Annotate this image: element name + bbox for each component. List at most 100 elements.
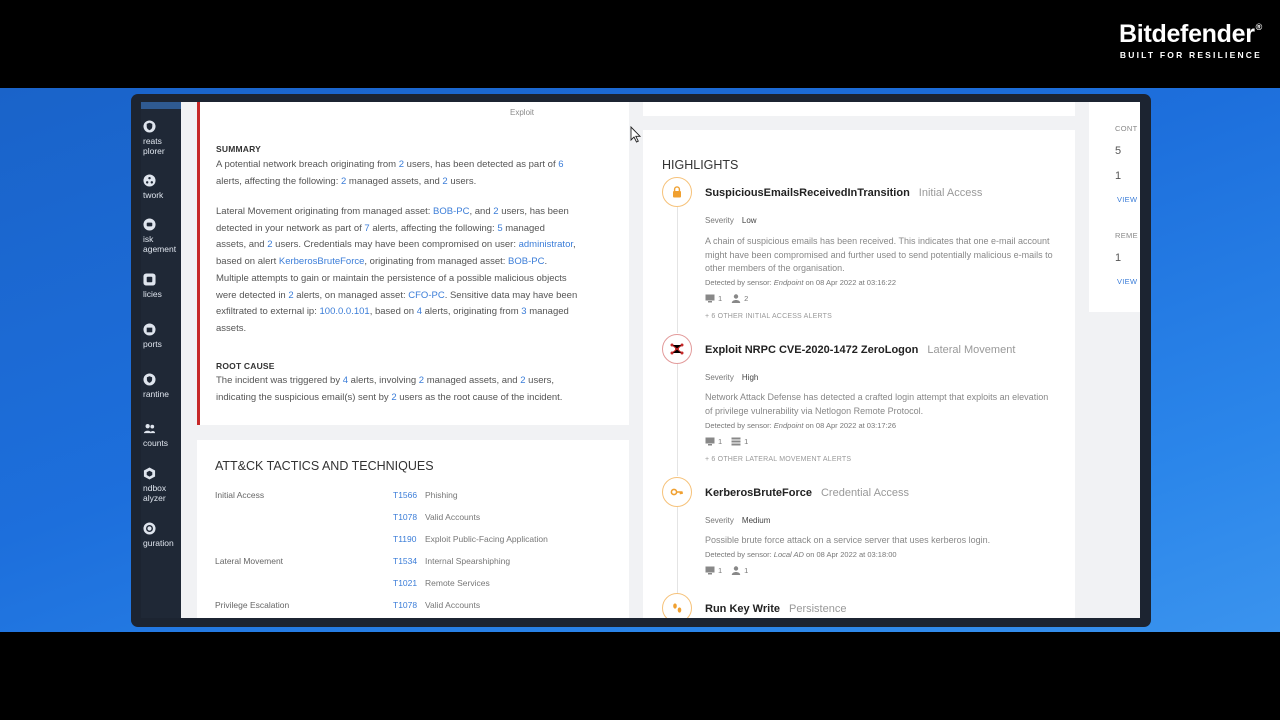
sidebar-item-policies[interactable]: licies — [143, 273, 183, 299]
sidebar-active-strip — [141, 102, 181, 109]
sidebar-item-label: counts — [143, 438, 169, 448]
ip-link[interactable]: 100.0.0.101 — [320, 306, 370, 317]
sidebar-item-label: ports — [143, 339, 162, 349]
alert-detection: Detected by sensor: Endpoint on 08 Apr 2… — [705, 278, 896, 287]
attck-technique-id[interactable]: T1078 — [393, 512, 417, 522]
sidebar-item-label: licies — [143, 289, 162, 299]
timeline-connector — [677, 207, 678, 333]
quarantine-icon — [143, 373, 156, 386]
remediation-label: REME — [1115, 231, 1138, 240]
alert-detection: Detected by sensor: Endpoint on 08 Apr 2… — [705, 421, 896, 430]
attck-technique-name: Valid Accounts — [425, 512, 481, 522]
timeline-connector — [677, 363, 678, 476]
sidebar-item-threats-explorer[interactable]: reats plorer — [143, 120, 183, 156]
sandbox-icon — [143, 467, 156, 480]
alert-severity: Severity Medium — [705, 516, 771, 525]
sidebar-item-label: plorer — [143, 146, 165, 156]
attck-technique-id[interactable]: T1534 — [393, 556, 417, 566]
more-alerts-link[interactable]: + 6 OTHER LATERAL MOVEMENT ALERTS — [705, 456, 851, 463]
endpoint-icon — [705, 437, 715, 446]
sidebar-item-quarantine[interactable]: rantine — [143, 373, 183, 399]
view-link[interactable]: VIEW — [1117, 277, 1137, 286]
monitor-screen: reats plorer twork isk agement licies po… — [131, 94, 1151, 627]
highlights-title: HIGHLIGHTS — [662, 158, 739, 172]
alert-link[interactable]: KerberosBruteForce — [279, 256, 365, 267]
mouse-cursor-icon — [630, 126, 641, 143]
alert-item-icon — [662, 477, 692, 507]
summary-title: SUMMARY — [216, 144, 261, 154]
user-icon — [731, 294, 741, 303]
brand-name: Bitdefender — [1119, 20, 1255, 48]
alert-title[interactable]: KerberosBruteForce Credential Access — [705, 487, 909, 499]
alert-description: Network Attack Defense has detected a cr… — [705, 392, 1049, 416]
timeline-connector — [677, 506, 678, 598]
alert-detection: Detected by sensor: Local AD on 08 Apr 2… — [705, 550, 897, 559]
alert-counts: 1 2 — [705, 294, 748, 303]
asset-link[interactable]: BOB-PC — [508, 256, 544, 267]
root-cause-title: ROOT CAUSE — [216, 361, 275, 371]
attck-technique-id[interactable]: T1078 — [393, 600, 417, 610]
attck-technique-name: Remote Services — [425, 578, 490, 588]
alert-title[interactable]: Run Key Write Persistence — [705, 603, 846, 615]
video-bottom-letterbox — [0, 632, 1280, 720]
sidebar-item-label: reats — [143, 136, 162, 146]
sidebar-item-configuration[interactable]: guration — [143, 522, 183, 548]
more-alerts-link[interactable]: + 6 OTHER INITIAL ACCESS ALERTS — [705, 313, 832, 320]
alert-severity: Severity High — [705, 373, 759, 382]
alert-title[interactable]: Exploit NRPC CVE-2020-1472 ZeroLogon Late… — [705, 344, 1015, 356]
root-cause-paragraph: The incident was triggered by 4 alerts, … — [216, 375, 563, 403]
remediation-count: 1 — [1115, 252, 1122, 264]
exploit-tag: Exploit — [510, 108, 535, 117]
risk-icon — [143, 218, 156, 231]
highlights-card: HIGHLIGHTS SuspiciousEmailsReceivedInTra… — [643, 130, 1075, 618]
attck-tactic: Lateral Movement — [215, 556, 284, 566]
configuration-icon — [143, 522, 156, 535]
sidebar-item-network[interactable]: twork — [143, 174, 183, 200]
user-icon — [731, 566, 741, 575]
sidebar-item-sandbox-analyzer[interactable]: ndbox alyzer — [143, 467, 183, 503]
alert-description: A chain of suspicious emails has been re… — [705, 236, 1053, 273]
asset-link[interactable]: CFO-PC — [408, 290, 444, 301]
sidebar-item-label: agement — [143, 244, 177, 254]
sidebar-item-label: isk — [143, 234, 154, 244]
sidebar-item-accounts[interactable]: counts — [143, 422, 183, 448]
process-icon — [731, 437, 741, 446]
alert-tactic: Initial Access — [918, 187, 983, 199]
attck-technique-id[interactable]: T1021 — [393, 578, 417, 588]
key-icon — [670, 488, 683, 496]
endpoint-icon — [705, 566, 715, 575]
attck-technique-name: Valid Accounts — [425, 600, 481, 610]
user-link[interactable]: administrator — [519, 239, 573, 250]
attck-tactic: Initial Access — [215, 490, 265, 500]
sidebar-item-label: twork — [143, 190, 164, 200]
attck-card: ATT&CK TACTICS AND TECHNIQUES Initial Ac… — [197, 440, 629, 618]
summary-paragraph-2: Lateral Movement originating from manage… — [216, 206, 578, 334]
attck-technique-name: Exploit Public-Facing Application — [425, 534, 548, 544]
attck-technique-id[interactable]: T1190 — [393, 534, 416, 544]
alert-title[interactable]: SuspiciousEmailsReceivedInTransition Init… — [705, 187, 982, 199]
brand-tagline: BUILT FOR RESILIENCE — [1119, 50, 1262, 60]
sidebar-item-label: guration — [143, 538, 174, 548]
incident-summary-card: Exploit SUMMARY A potential network brea… — [197, 102, 629, 425]
network-icon — [143, 174, 156, 187]
footprints-icon — [673, 603, 682, 613]
alert-item-icon — [662, 177, 692, 207]
sidebar-item-risk-management[interactable]: isk agement — [143, 218, 183, 254]
accounts-icon — [143, 424, 156, 434]
attck-technique-name: Phishing — [425, 490, 458, 500]
right-summary-card: CONT 5 1 VIEW REME 1 VIEW — [1089, 102, 1140, 312]
view-link[interactable]: VIEW — [1117, 195, 1137, 204]
asset-link[interactable]: BOB-PC — [433, 206, 469, 217]
endpoint-icon — [705, 294, 715, 303]
shield-icon — [143, 120, 156, 133]
alert-tactic: Lateral Movement — [927, 344, 1016, 356]
alert-description: Possible brute force attack on a service… — [705, 535, 991, 545]
alert-counts: 1 1 — [705, 437, 748, 446]
alert-item-icon — [662, 334, 692, 364]
attck-tactic: Privilege Escalation — [215, 600, 290, 610]
upper-card-edge — [643, 102, 1075, 116]
contained-count-secondary: 1 — [1115, 170, 1122, 182]
attck-technique-id[interactable]: T1566 — [393, 490, 417, 500]
sidebar-item-reports[interactable]: ports — [143, 323, 183, 349]
sidebar: reats plorer twork isk agement licies po… — [141, 102, 181, 618]
